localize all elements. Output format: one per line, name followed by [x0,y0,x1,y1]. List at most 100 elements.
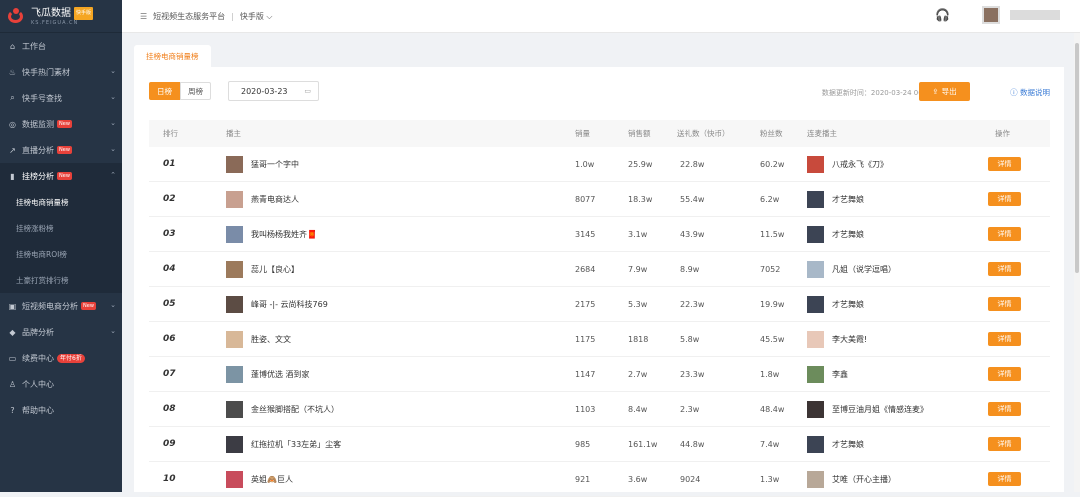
partner-avatar[interactable] [807,435,824,453]
streamer-avatar[interactable] [226,470,243,488]
detail-button[interactable]: 详情 [988,472,1021,486]
partner-avatar[interactable] [807,260,824,278]
chevron-down-icon: ⌄ [110,119,116,127]
sidebar-item-label: 个人中心 [22,379,54,389]
streamer-avatar[interactable] [226,400,243,418]
name-text[interactable]: 金丝猴脚搭配（不坑人） [251,404,339,415]
streamer-avatar[interactable] [226,365,243,383]
rank-text: 04 [163,264,176,274]
detail-button[interactable]: 详情 [988,332,1021,346]
partner-text[interactable]: 至博豆油月姐《情感连麦》 [832,404,928,415]
sidebar-item-10[interactable]: ? 帮助中心 [0,397,122,423]
name-text[interactable]: 蕊儿【良心】 [251,264,299,275]
sidebar-subitem-2[interactable]: 挂榜电商ROI榜 [0,241,122,267]
detail-button[interactable]: 详情 [988,262,1021,276]
detail-button[interactable]: 详情 [988,437,1021,451]
calendar-icon: ▭ [304,87,311,95]
cell-sales: 921 [575,462,590,496]
sidebar-item-9[interactable]: ♙ 个人中心 [0,371,122,397]
streamer-avatar[interactable] [226,155,243,173]
sidebar-item-label: 工作台 [22,41,46,51]
partner-text[interactable]: 才艺舞娘 [832,299,864,310]
sidebar-item-8[interactable]: ▭ 续费中心 年付6折 [0,345,122,371]
sidebar-item-3[interactable]: ◎ 数据监测 New ⌄ [0,111,122,137]
sidebar-item-4[interactable]: ↗ 直播分析 New ⌄ [0,137,122,163]
logo-badge: 快手版 [74,6,94,20]
scrollbar[interactable] [1074,33,1080,492]
partner-avatar[interactable] [807,190,824,208]
date-picker[interactable]: 2020-03-23 ▭ [228,81,319,101]
streamer-avatar[interactable] [226,330,243,348]
detail-button[interactable]: 详情 [988,297,1021,311]
sidebar-item-7[interactable]: ◆ 品牌分析 ⌄ [0,319,122,345]
sidebar-item-2[interactable]: ⌕ 快手号查找 ⌄ [0,85,122,111]
sales-text: 2684 [575,264,596,274]
cell-name: 蕊儿【良心】 [226,252,299,286]
sidebar-item-1[interactable]: ♨ 快手热门素材 ⌄ [0,59,122,85]
logo[interactable]: 飞瓜数据 快手版 KS.FEIGUA.CN [0,0,122,33]
detail-button[interactable]: 详情 [988,192,1021,206]
partner-avatar[interactable] [807,400,824,418]
detail-button[interactable]: 详情 [988,157,1021,171]
cell-partner: 至博豆油月姐《情感连麦》 [807,392,928,426]
streamer-avatar[interactable] [226,190,243,208]
fans-text: 60.2w [760,159,785,169]
rank-text: 05 [163,299,176,309]
partner-text[interactable]: 李大美霞! [832,334,867,345]
partner-text[interactable]: 李鑫 [832,369,848,380]
streamer-avatar[interactable] [226,295,243,313]
cell-partner: 李大美霞! [807,322,867,356]
day-tab[interactable]: 日榜 [149,82,180,100]
name-text[interactable]: 燕青电商达人 [251,194,299,205]
name-text[interactable]: 峰哥 -|- 云尚科技769 [251,299,328,310]
fans-text: 19.9w [760,299,785,309]
sidebar-subitem-1[interactable]: 挂榜涨粉榜 [0,215,122,241]
export-button[interactable]: ⇪ 导出 [919,82,970,101]
partner-avatar[interactable] [807,365,824,383]
tab-sales-ranking[interactable]: 挂榜电商销量榜 [134,45,211,67]
partner-text[interactable]: 凡姐（说学逗唱） [832,264,896,275]
user-icon: ♙ [8,379,17,389]
scrollbar-thumb[interactable] [1075,43,1079,273]
menu-toggle-icon[interactable]: ☰ [140,12,147,21]
sidebar-subitem-0[interactable]: 挂榜电商销量榜 [0,189,122,215]
cell-action: 详情 [988,462,1021,496]
streamer-avatar[interactable] [226,435,243,453]
partner-avatar[interactable] [807,330,824,348]
name-text[interactable]: 英姐🙈巨人 [251,474,293,485]
sidebar-item-0[interactable]: ⌂ 工作台 [0,33,122,59]
user-name-blurred[interactable] [1010,10,1060,20]
streamer-avatar[interactable] [226,225,243,243]
name-text[interactable]: 红拖拉机「33左弟」尘客 [251,439,341,450]
version-switcher[interactable]: 快手版 ⌵ [240,11,273,22]
headset-icon[interactable]: 🎧 [935,8,950,22]
partner-avatar[interactable] [807,155,824,173]
cell-gifts: 55.4w [680,182,704,216]
sidebar-item-5[interactable]: ▮ 挂榜分析 New ⌃ [0,163,122,189]
partner-text[interactable]: 艾唯（开心主播） [832,474,896,485]
data-help-link[interactable]: ⓘ 数据说明 [1010,87,1050,98]
sidebar-item-6[interactable]: ▣ 短视频电商分析 New ⌄ [0,293,122,319]
col-rank: 排行 [163,129,178,138]
detail-button[interactable]: 详情 [988,367,1021,381]
update-time: 数据更新时间：2020-03-24 06:00 [821,89,934,97]
partner-text[interactable]: 才艺舞娘 [832,229,864,240]
streamer-avatar[interactable] [226,260,243,278]
name-text[interactable]: 胜姿、文文 [251,334,291,345]
partner-avatar[interactable] [807,225,824,243]
sidebar-subitem-3[interactable]: 土豪打赏排行榜 [0,267,122,293]
partner-avatar[interactable] [807,470,824,488]
user-avatar[interactable] [982,6,1000,24]
detail-button[interactable]: 详情 [988,227,1021,241]
revenue-text: 5.3w [628,299,648,309]
partner-avatar[interactable] [807,295,824,313]
name-text[interactable]: 蓬博优选 酒到家 [251,369,310,380]
cell-revenue: 161.1w [628,427,657,461]
detail-button[interactable]: 详情 [988,402,1021,416]
partner-text[interactable]: 才艺舞娘 [832,194,864,205]
name-text[interactable]: 猛哥一个字中 [251,159,299,170]
name-text[interactable]: 我叫杨杨我姓齐🧧 [251,229,317,240]
week-tab[interactable]: 周榜 [180,82,211,100]
partner-text[interactable]: 八戒永飞《刀》 [832,159,888,170]
partner-text[interactable]: 才艺舞娘 [832,439,864,450]
